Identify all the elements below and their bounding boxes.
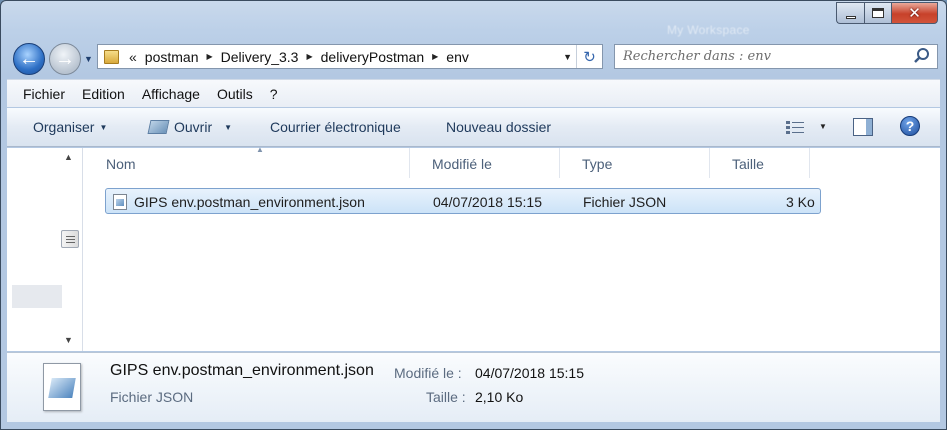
json-file-icon <box>113 194 127 210</box>
details-size-label: Taille : <box>426 389 466 405</box>
help-icon[interactable]: ? <box>900 116 920 136</box>
search-icon[interactable] <box>913 47 931 65</box>
details-file-name: GIPS env.postman_environment.json <box>110 362 374 379</box>
breadcrumb-delivery[interactable]: Delivery_3.3 <box>221 49 299 65</box>
scroll-down-icon[interactable]: ▼ <box>64 335 73 345</box>
title-bar[interactable]: My Workspace ✕ <box>1 1 946 37</box>
organize-button[interactable]: Organiser ▼ <box>33 119 107 135</box>
details-modified-value: 04/07/2018 15:15 <box>475 365 584 381</box>
file-modified: 04/07/2018 15:15 <box>433 194 542 210</box>
organize-label: Organiser <box>33 119 95 135</box>
open-label: Ouvrir <box>174 119 213 135</box>
column-header-size[interactable]: Taille <box>710 148 810 178</box>
breadcrumb-separator-icon[interactable]: ▶ <box>207 52 213 61</box>
open-button[interactable]: Ouvrir ▼ <box>147 119 233 135</box>
help-glyph: ? <box>905 118 915 134</box>
column-header-name-label: Nom <box>106 156 136 172</box>
minimize-icon <box>845 15 856 19</box>
close-icon: ✕ <box>908 5 921 22</box>
breadcrumb-env[interactable]: env <box>446 49 469 65</box>
scroll-up-icon[interactable]: ▲ <box>64 152 73 162</box>
file-size: 3 Ko <box>786 194 815 210</box>
breadcrumb-overflow[interactable]: « <box>129 49 137 65</box>
minimize-button[interactable] <box>836 2 864 24</box>
menu-tools[interactable]: Outils <box>217 86 253 102</box>
maximize-icon <box>872 8 884 18</box>
email-button[interactable]: Courrier électronique <box>270 119 401 135</box>
open-dropdown-icon: ▼ <box>224 123 233 132</box>
recent-locations-dropdown-icon[interactable]: ▼ <box>84 54 93 64</box>
address-dropdown-icon[interactable]: ▼ <box>563 52 572 62</box>
organize-dropdown-icon: ▼ <box>99 123 108 132</box>
json-file-large-icon <box>43 363 81 411</box>
column-header-name[interactable]: Nom ▲ <box>84 145 410 178</box>
file-type: Fichier JSON <box>583 194 667 210</box>
refresh-icon: ↻ <box>583 48 596 66</box>
content-area: ▲ ▼ Nom ▲ Modifié le Type Taille GIPS en… <box>7 145 940 351</box>
details-file-type: Fichier JSON <box>110 389 194 405</box>
menu-view[interactable]: Affichage <box>142 86 200 102</box>
address-bar[interactable]: « postman ▶ Delivery_3.3 ▶ deliveryPostm… <box>97 44 603 69</box>
window-controls: ✕ <box>836 2 938 24</box>
forward-arrow-icon: → <box>55 47 75 70</box>
breadcrumb-deliverypostman[interactable]: deliveryPostman <box>321 49 425 65</box>
view-dropdown-icon[interactable]: ▼ <box>819 122 827 131</box>
navigation-row: ← → ▼ « postman ▶ Delivery_3.3 ▶ deliver… <box>1 39 946 77</box>
sort-ascending-icon: ▲ <box>256 145 264 154</box>
details-modified-label: Modifié le : <box>394 365 462 381</box>
menu-file[interactable]: Fichier <box>23 86 65 102</box>
menu-help[interactable]: ? <box>270 86 278 102</box>
navigation-pane[interactable]: ▲ ▼ <box>7 148 83 351</box>
details-size-value: 2,10 Ko <box>475 389 524 405</box>
nav-pane-item-highlight <box>12 285 62 308</box>
column-header-type[interactable]: Type <box>560 148 710 178</box>
breadcrumb-separator-icon[interactable]: ▶ <box>306 52 312 61</box>
breadcrumb-separator-icon[interactable]: ▶ <box>432 52 438 61</box>
new-folder-button[interactable]: Nouveau dossier <box>446 119 551 135</box>
window-bottom-border <box>1 422 946 429</box>
open-file-icon <box>147 120 170 134</box>
refresh-button[interactable]: ↻ <box>576 45 602 68</box>
back-button[interactable]: ← <box>13 43 45 75</box>
background-window-title: My Workspace <box>667 23 750 37</box>
close-button[interactable]: ✕ <box>891 2 938 24</box>
breadcrumb-postman[interactable]: postman <box>145 49 199 65</box>
file-row[interactable]: GIPS env.postman_environment.json 04/07/… <box>105 188 821 214</box>
maximize-button[interactable] <box>864 2 891 24</box>
back-arrow-icon: ← <box>19 47 39 70</box>
column-header-modified[interactable]: Modifié le <box>410 148 560 178</box>
search-input[interactable] <box>615 45 905 67</box>
file-name: GIPS env.postman_environment.json <box>134 194 365 210</box>
command-bar: Organiser ▼ Ouvrir ▼ Courrier électronique… <box>7 108 940 147</box>
scrollbar-thumb[interactable] <box>61 230 79 248</box>
file-list: Nom ▲ Modifié le Type Taille GIPS env.po… <box>84 145 940 351</box>
details-pane: GIPS env.postman_environment.json Fichie… <box>7 352 940 422</box>
menu-edit[interactable]: Edition <box>82 86 125 102</box>
search-box[interactable] <box>614 44 938 69</box>
menu-bar: Fichier Edition Affichage Outils ? <box>7 79 940 107</box>
folder-icon <box>104 49 119 64</box>
view-options-icon[interactable] <box>785 120 805 136</box>
forward-button[interactable]: → <box>49 43 81 75</box>
preview-pane-icon[interactable] <box>853 118 873 136</box>
explorer-window: My Workspace ✕ ← → ▼ « postman ▶ Deliver… <box>0 0 947 430</box>
